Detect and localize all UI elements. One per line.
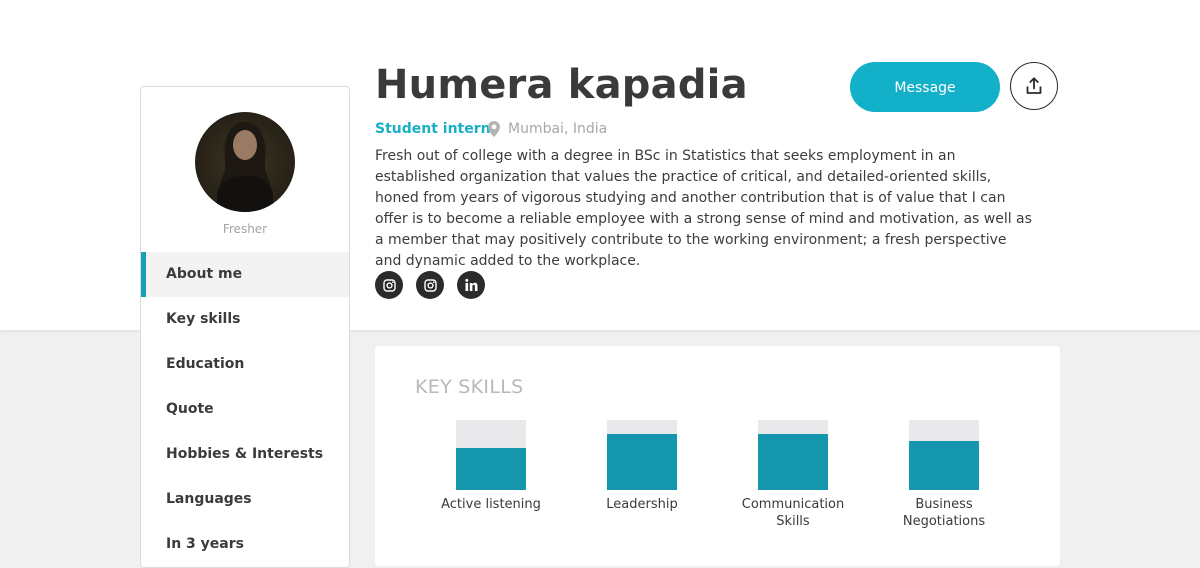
profile-name: Humera kapadia [375, 62, 748, 108]
sidebar-item-about-me[interactable]: About me [141, 252, 349, 297]
linkedin-link[interactable] [457, 271, 485, 299]
skill-item: Communication Skills [728, 420, 858, 530]
linkedin-icon [465, 278, 478, 291]
skill-level-bar [607, 420, 677, 490]
sidebar-item-quote[interactable]: Quote [141, 387, 349, 432]
message-button[interactable]: Message [850, 62, 1000, 112]
avatar-face [233, 130, 257, 160]
sidebar-item-label: Education [166, 356, 245, 372]
sidebar-item-label: Hobbies & Interests [166, 446, 324, 462]
sidebar-item-key-skills[interactable]: Key skills [141, 297, 349, 342]
sidebar-item-languages[interactable]: Languages [141, 477, 349, 522]
skill-item: Active listening [426, 420, 556, 513]
location-pin-icon [488, 121, 500, 137]
skill-label: Communication Skills [741, 497, 845, 529]
sidebar-item-label: Key skills [166, 311, 241, 327]
sidebar-item-education[interactable]: Education [141, 342, 349, 387]
profile-bio: Fresh out of college with a degree in BS… [375, 148, 1032, 269]
sidebar-item-label: About me [166, 266, 243, 282]
instagram-icon [382, 278, 396, 292]
skill-level-bar [758, 420, 828, 490]
skill-label: Business Negotiations [902, 497, 986, 529]
profile-role: Student intern [375, 121, 491, 137]
avatar [195, 112, 295, 212]
key-skills-title: KEY SKILLS [415, 376, 524, 398]
status-label: Fresher [222, 222, 268, 236]
skill-level-bar [456, 420, 526, 490]
profile-sidebar: Fresher About me Key skills Education Qu… [140, 86, 350, 568]
sidebar-nav: About me Key skills Education Quote Hobb… [141, 252, 349, 567]
sidebar-item-label: Languages [166, 491, 252, 507]
skill-level-fill [607, 434, 677, 490]
skill-label: Active listening [441, 497, 541, 512]
instagram-link-1[interactable] [375, 271, 403, 299]
skill-label: Leadership [606, 497, 678, 512]
key-skills-card: KEY SKILLS Active listening Leadership C… [375, 346, 1060, 566]
skill-item: Leadership [577, 420, 707, 513]
sidebar-item-label: Quote [166, 401, 214, 417]
skill-level-bar [909, 420, 979, 490]
profile-location: Mumbai, India [508, 121, 608, 137]
instagram-link-2[interactable] [416, 271, 444, 299]
skill-level-fill [456, 448, 526, 490]
sidebar-item-in-3-years[interactable]: In 3 years [141, 522, 349, 567]
share-icon [1026, 77, 1042, 94]
share-button[interactable] [1010, 62, 1058, 110]
instagram-icon [423, 278, 437, 292]
skill-level-fill [909, 441, 979, 490]
avatar-body [217, 176, 273, 212]
skill-item: Business Negotiations [879, 420, 1009, 530]
sidebar-item-hobbies[interactable]: Hobbies & Interests [141, 432, 349, 477]
skill-level-fill [758, 434, 828, 490]
